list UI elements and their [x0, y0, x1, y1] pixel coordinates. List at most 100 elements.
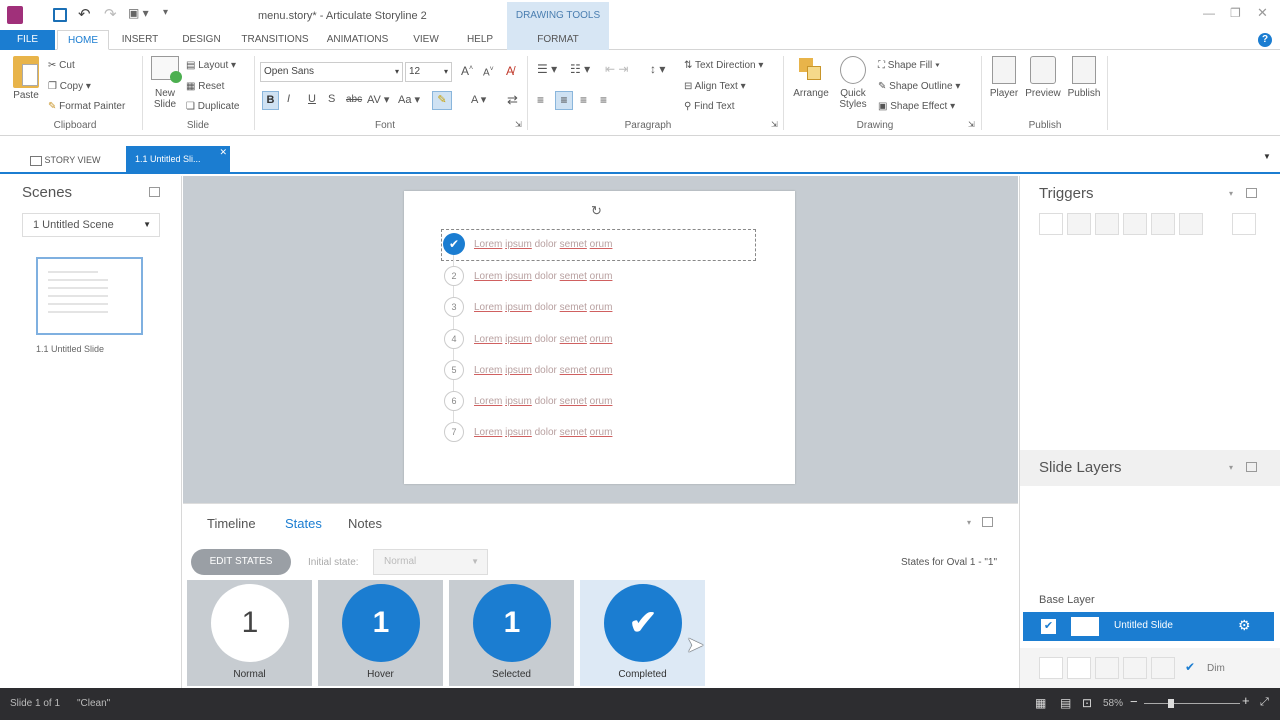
grow-font-icon[interactable]: A˄ — [461, 64, 473, 78]
new-trigger-icon[interactable] — [1039, 213, 1063, 235]
row-text[interactable]: Lorem ipsum dolor semet orum — [474, 271, 612, 282]
row-number[interactable]: 4 — [444, 329, 464, 349]
story-view-small-icon[interactable]: ▤ — [1060, 696, 1071, 710]
new-layer-icon[interactable] — [1039, 657, 1063, 679]
underline-button[interactable]: U — [308, 93, 316, 105]
numbering-button[interactable]: ☷ ▾ — [570, 62, 590, 76]
tab-insert[interactable]: INSERT — [114, 30, 166, 50]
row-text[interactable]: Lorem ipsum dolor semet orum — [474, 427, 612, 438]
tab-states[interactable]: States — [285, 516, 322, 531]
paragraph-dialog-launcher[interactable]: ⇲ — [771, 120, 778, 129]
quick-styles-button[interactable]: Quick Styles — [835, 56, 871, 110]
edit-states-button[interactable]: EDIT STATES — [191, 549, 291, 575]
align-text-button[interactable]: ⊟ Align Text ▾ — [684, 81, 746, 92]
base-layer-row[interactable]: ✔ Untitled Slide ⚙ — [1023, 612, 1274, 641]
line-spacing-button[interactable]: ↕ ▾ — [650, 62, 665, 76]
redo-icon[interactable]: ↷ — [104, 5, 117, 23]
layer-visible-checkbox[interactable]: ✔ — [1041, 619, 1056, 634]
more-trigger-icon[interactable] — [1179, 213, 1203, 235]
change-case-button[interactable]: Aa ▾ — [398, 93, 420, 106]
highlight-button[interactable]: ✎ — [432, 91, 452, 110]
clear-format-icon[interactable]: A̸ — [506, 64, 514, 78]
paste-button[interactable]: Paste — [10, 56, 42, 101]
tab-help[interactable]: HELP — [458, 30, 502, 50]
bold-button[interactable]: B — [262, 91, 279, 110]
font-color-button[interactable]: A ▾ — [471, 93, 486, 106]
normal-view-icon[interactable]: ▦ — [1035, 696, 1046, 710]
close-icon[interactable]: ✕ — [1257, 5, 1268, 21]
dim-check-icon[interactable]: ✔ — [1185, 660, 1195, 674]
active-slide-tab[interactable]: 1.1 Untitled Sli... ✕ — [126, 146, 230, 172]
tab-view[interactable]: VIEW — [404, 30, 448, 50]
pin-panel-icon[interactable] — [149, 187, 160, 197]
tab-home[interactable]: HOME — [57, 30, 109, 50]
tab-animations[interactable]: ANIMATIONS — [320, 30, 395, 50]
row-text[interactable]: Lorem ipsum dolor semet orum — [474, 302, 612, 313]
initial-state-select[interactable]: Normal ▼ — [373, 549, 488, 575]
fit-window-icon[interactable]: ⤢ — [1260, 696, 1269, 709]
trigger-options-icon[interactable] — [1232, 213, 1256, 235]
layout-button[interactable]: ▤ Layout ▾ — [186, 60, 236, 71]
story-view-tab[interactable]: STORY VIEW — [24, 148, 120, 172]
pin-panel-icon[interactable] — [982, 517, 993, 527]
align-right-button[interactable]: ≡ — [580, 93, 587, 107]
duplicate-layer-icon[interactable] — [1067, 657, 1091, 679]
preview-quick-icon[interactable]: ▣ ▾ — [128, 6, 149, 20]
new-slide-button[interactable]: New Slide — [148, 56, 182, 110]
strikethrough-button[interactable]: S — [328, 93, 335, 105]
pin-panel-icon[interactable] — [1246, 462, 1257, 472]
align-center-button[interactable]: ≡ — [555, 91, 573, 110]
indent-buttons[interactable]: ⇤ ⇥ — [605, 62, 628, 76]
zoom-slider[interactable] — [1144, 703, 1240, 704]
align-left-button[interactable]: ≡ — [537, 93, 544, 107]
find-text-button[interactable]: ⚲ Find Text — [684, 101, 735, 112]
copy-trigger-icon[interactable] — [1095, 213, 1119, 235]
shape-outline-button[interactable]: ✎ Shape Outline ▾ — [878, 81, 960, 92]
row-number[interactable]: 6 — [444, 391, 464, 411]
tab-timeline[interactable]: Timeline — [207, 516, 256, 531]
copy-button[interactable]: ❐ Copy ▾ — [48, 81, 91, 92]
row-number[interactable]: 2 — [444, 266, 464, 286]
text-direction-button[interactable]: ⇅ Text Direction ▾ — [684, 60, 763, 71]
help-icon[interactable]: ? — [1258, 33, 1272, 47]
row-number[interactable]: 3 — [444, 297, 464, 317]
state-normal[interactable]: 1 Normal — [187, 580, 312, 686]
font-dialog-launcher[interactable]: ⇲ — [515, 120, 522, 129]
drawing-dialog-launcher[interactable]: ⇲ — [968, 120, 975, 129]
publish-button[interactable]: Publish — [1065, 56, 1103, 99]
shape-fill-button[interactable]: ⛶ Shape Fill ▾ — [878, 60, 940, 71]
player-button[interactable]: Player — [987, 56, 1021, 99]
zoom-out-icon[interactable]: − — [1130, 694, 1138, 709]
tab-notes[interactable]: Notes — [348, 516, 382, 531]
cut-button[interactable]: ✂ Cut — [48, 60, 75, 71]
paste-trigger-icon[interactable] — [1123, 213, 1147, 235]
row-text[interactable]: Lorem ipsum dolor semet orum — [474, 334, 612, 345]
panel-menu-icon[interactable]: ▾ — [1229, 189, 1233, 198]
maximize-icon[interactable]: ❐ — [1230, 6, 1241, 20]
font-size-select[interactable]: 12 ▾ — [405, 62, 452, 82]
copy-layer-icon[interactable] — [1095, 657, 1119, 679]
tab-transitions[interactable]: TRANSITIONS — [234, 30, 316, 50]
panel-menu-icon[interactable]: ▾ — [967, 518, 971, 527]
paste-layer-icon[interactable] — [1123, 657, 1147, 679]
gear-icon[interactable]: ⚙ — [1238, 617, 1251, 634]
tab-format[interactable]: FORMAT — [507, 30, 609, 50]
reset-button[interactable]: ▦ Reset — [186, 81, 224, 92]
zoom-slider-thumb[interactable] — [1168, 699, 1174, 708]
char-spacing-button[interactable]: AV ▾ — [367, 93, 389, 106]
font-family-select[interactable]: Open Sans ▾ — [260, 62, 403, 82]
row-text[interactable]: Lorem ipsum dolor semet orum — [474, 396, 612, 407]
bullets-button[interactable]: ☰ ▾ — [537, 62, 557, 76]
pin-panel-icon[interactable] — [1246, 188, 1257, 198]
duplicate-button[interactable]: ❏ Duplicate — [186, 101, 239, 112]
scene-select[interactable]: 1 Untitled Scene ▼ — [22, 213, 160, 237]
tabs-menu-icon[interactable]: ▼ — [1263, 152, 1271, 161]
completed-check-circle[interactable]: ✔ — [443, 233, 465, 255]
tab-file[interactable]: FILE — [0, 30, 55, 50]
edit-trigger-icon[interactable] — [1067, 213, 1091, 235]
italic-button[interactable]: I — [287, 93, 290, 105]
state-hover[interactable]: 1 Hover — [318, 580, 443, 686]
preview-button[interactable]: Preview — [1024, 56, 1062, 99]
minimize-icon[interactable]: — — [1203, 6, 1215, 20]
row-text[interactable]: Lorem ipsum dolor semet orum — [474, 239, 612, 250]
